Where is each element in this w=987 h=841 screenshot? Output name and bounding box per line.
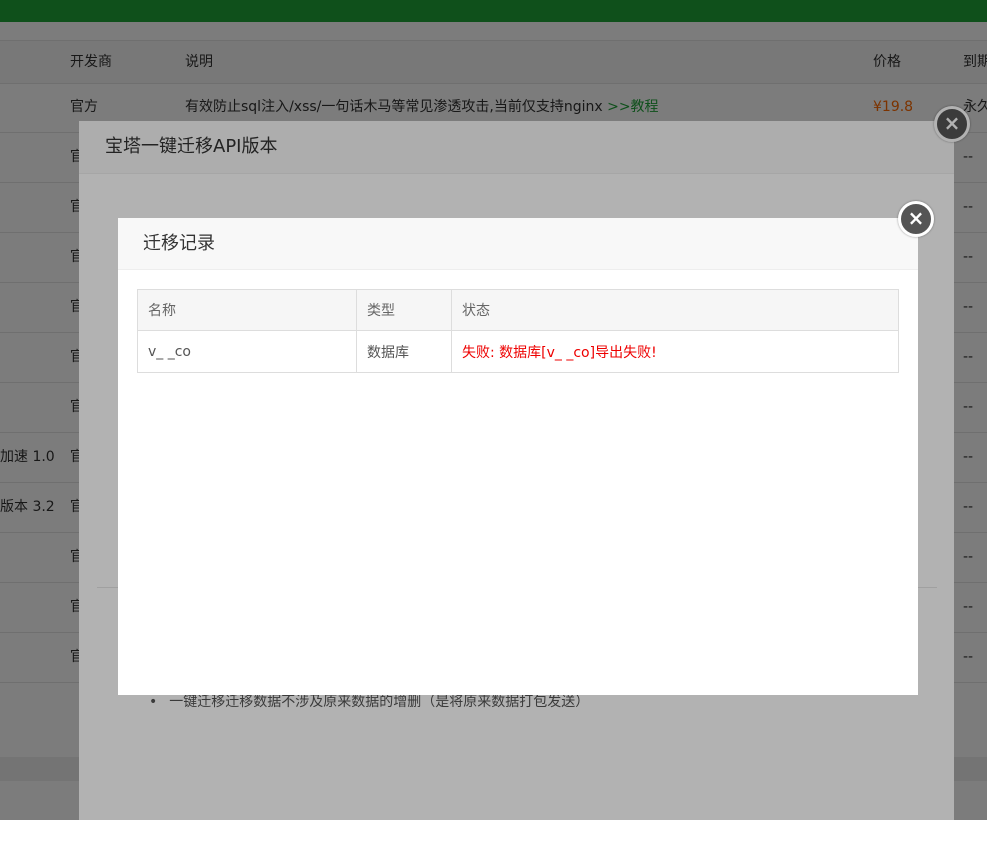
header-type: 类型	[356, 289, 452, 331]
records-dialog-title: 迁移记录	[118, 218, 918, 270]
record-type: 数据库	[356, 330, 452, 373]
record-name: v_ _co	[137, 330, 357, 373]
records-table-header: 名称 类型 状态	[137, 289, 899, 331]
table-row: v_ _co 数据库 失败: 数据库[v_ _co]导出失败!	[137, 330, 899, 373]
record-status: 失败: 数据库[v_ _co]导出失败!	[451, 330, 899, 373]
header-status: 状态	[451, 289, 899, 331]
migration-records-dialog: 迁移记录 名称 类型 状态 v_ _co 数据库 失败: 数据库[v_ _co]…	[118, 218, 918, 695]
close-icon[interactable]: ×	[898, 201, 934, 237]
header-name: 名称	[137, 289, 357, 331]
records-table: 名称 类型 状态 v_ _co 数据库 失败: 数据库[v_ _co]导出失败!	[137, 289, 899, 373]
